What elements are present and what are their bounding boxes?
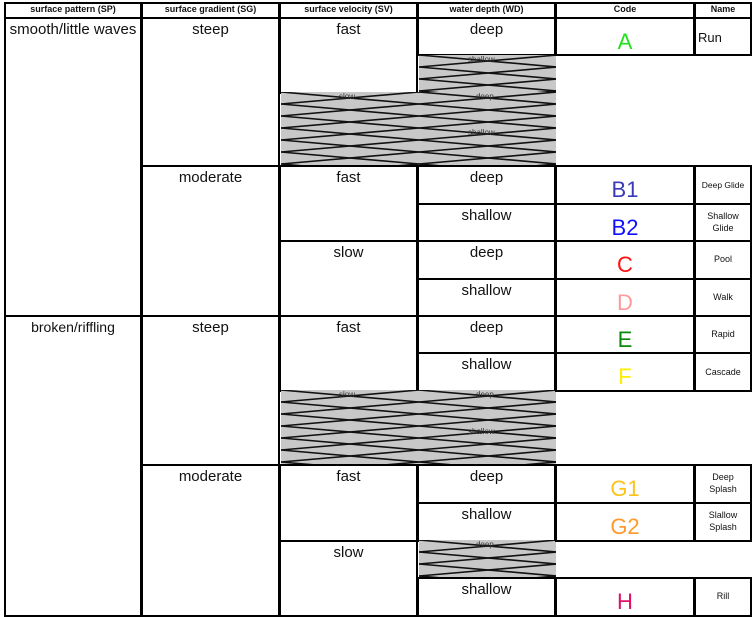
hatch-line bbox=[536, 163, 556, 165]
name-cell-pool: Pool bbox=[694, 240, 752, 280]
sv-slow-1: slow bbox=[279, 240, 418, 317]
wd-deep-a: deep bbox=[417, 17, 556, 56]
name-cell-run: Run bbox=[694, 17, 752, 56]
hatch-label-shallow: shallow bbox=[468, 55, 495, 64]
wd-shallow-h: shallow bbox=[417, 577, 556, 617]
hatch-line bbox=[418, 163, 440, 165]
sv-fast-2: fast bbox=[279, 165, 418, 242]
name-cell-rapid: Rapid bbox=[694, 315, 752, 354]
hatch-line bbox=[398, 163, 420, 165]
crosshatch-pattern bbox=[281, 92, 556, 165]
sg-moderate-2: moderate bbox=[141, 464, 280, 617]
code-cell-C: C bbox=[555, 240, 695, 280]
code-cell-H: H bbox=[555, 577, 695, 617]
wd-shallow-b2: shallow bbox=[417, 203, 556, 242]
hatch-line bbox=[281, 163, 302, 165]
sv-fast-3: fast bbox=[279, 315, 418, 392]
code-cell-F: F bbox=[555, 352, 695, 392]
hatch-label-deep: deep bbox=[476, 390, 494, 399]
sp-broken-riffling: broken/riffling bbox=[4, 315, 142, 617]
code-cell-A: A bbox=[555, 17, 695, 56]
sg-steep-2: steep bbox=[141, 315, 280, 466]
name-cell-cascade: Cascade bbox=[694, 352, 752, 392]
hatch-label-deep: deep bbox=[476, 92, 494, 101]
name-cell-shallow-glide: Shallow Glide bbox=[694, 203, 752, 242]
wd-shallow-d: shallow bbox=[417, 278, 556, 317]
crosshatch-pattern bbox=[281, 390, 556, 464]
wd-deep-g1: deep bbox=[417, 464, 556, 504]
wd-deep-c: deep bbox=[417, 240, 556, 280]
hatch-label-shallow: shallow bbox=[468, 128, 495, 137]
sp-smooth-little-waves: smooth/little waves bbox=[4, 17, 142, 317]
wd-deep-b1: deep bbox=[417, 165, 556, 205]
sg-steep-1: steep bbox=[141, 17, 280, 167]
code-cell-B2: B2 bbox=[555, 203, 695, 242]
code-cell-B1: B1 bbox=[555, 165, 695, 205]
name-cell-deep-splash: Deep Splash bbox=[694, 464, 752, 504]
hatch-label-slow: slow bbox=[339, 92, 356, 101]
code-cell-G2: G2 bbox=[555, 502, 695, 542]
name-cell-shallow-splash: Slallow Splash bbox=[694, 502, 752, 542]
wd-shallow-g2: shallow bbox=[417, 502, 556, 542]
hatch-label-deep: deep bbox=[476, 540, 494, 549]
hatch-line bbox=[536, 575, 556, 577]
name-cell-rill: Rill bbox=[694, 577, 752, 617]
wd-shallow-f: shallow bbox=[417, 352, 556, 392]
name-cell-walk: Walk bbox=[694, 278, 752, 317]
code-cell-D: D bbox=[555, 278, 695, 317]
sv-fast-1: fast bbox=[279, 17, 418, 94]
name-cell-deep-glide: Deep Glide bbox=[694, 165, 752, 205]
hatch-label-shallow: shallow bbox=[468, 427, 495, 436]
code-cell-G1: G1 bbox=[555, 464, 695, 504]
hatch-region-2 bbox=[281, 390, 556, 464]
hatch-region-1b bbox=[281, 92, 556, 165]
hatch-line bbox=[419, 575, 440, 577]
sv-fast-4: fast bbox=[279, 464, 418, 542]
sv-slow-2: slow bbox=[279, 540, 418, 617]
wd-deep-e: deep bbox=[417, 315, 556, 354]
sg-moderate-1: moderate bbox=[141, 165, 280, 317]
hatch-label-slow: slow bbox=[339, 390, 356, 399]
code-cell-E: E bbox=[555, 315, 695, 354]
